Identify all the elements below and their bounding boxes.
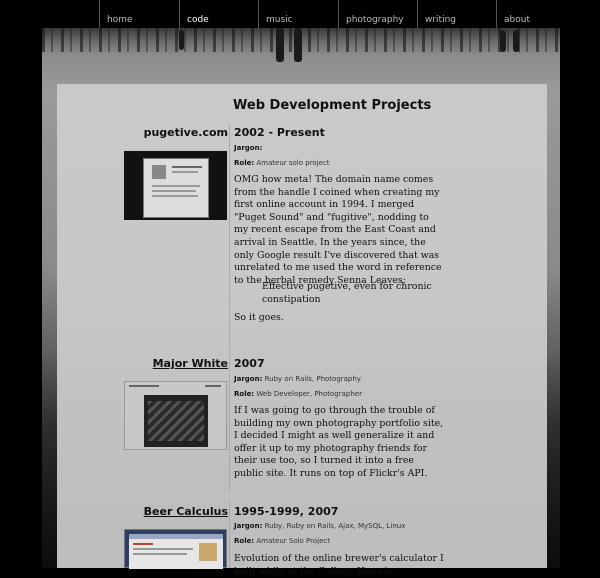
- person-figure: [500, 30, 506, 52]
- project-jargon: Jargon: Ruby, Ruby on Rails, Ajax, MySQL…: [234, 522, 405, 530]
- person-figure: [179, 30, 184, 50]
- project-name: pugetive.com: [143, 126, 228, 139]
- project-role: Role: Amateur Solo Project: [234, 537, 330, 545]
- nav-item-about[interactable]: about: [496, 0, 576, 28]
- screenshot-line: [172, 171, 198, 173]
- screenshot-line: [205, 385, 221, 387]
- column-divider: [229, 124, 230, 350]
- page-title: Web Development Projects: [233, 98, 432, 113]
- screenshot-image: [199, 543, 217, 561]
- screenshot-window: [129, 534, 223, 569]
- screenshot-line: [172, 166, 202, 168]
- screenshot-line: [152, 185, 200, 187]
- person-figure: [513, 30, 519, 52]
- project-jargon: Jargon:: [234, 144, 262, 152]
- project-screenshot[interactable]: [124, 151, 227, 220]
- column-divider: [229, 500, 230, 568]
- person-figure: [294, 28, 302, 62]
- screenshot-line: [133, 543, 153, 545]
- project-date: 1995-1999, 2007: [234, 505, 339, 518]
- person-figure: [276, 28, 284, 62]
- screenshot-line: [152, 195, 198, 197]
- fence-photo: [148, 401, 204, 441]
- nav-item-code[interactable]: code: [179, 0, 258, 28]
- role-value: Amateur solo project: [256, 159, 330, 167]
- project-link-beer-calculus[interactable]: Beer Calculus: [144, 505, 228, 518]
- screenshot-titlebar: [129, 534, 223, 539]
- screenshot-line: [133, 553, 187, 555]
- screenshot-photo: [144, 395, 208, 447]
- column-divider: [229, 354, 230, 492]
- screenshot-page: [143, 158, 209, 218]
- nav-item-home[interactable]: home: [99, 0, 179, 28]
- jargon-value: Ruby, Ruby on Rails, Ajax, MySQL, Linux: [264, 522, 406, 530]
- top-nav: home code music photography writing abou…: [0, 0, 600, 28]
- project-jargon: Jargon: Ruby on Rails, Photography: [234, 375, 361, 383]
- project-description: OMG how meta! The domain name comes from…: [234, 174, 442, 286]
- screenshot-line: [129, 385, 159, 387]
- project-description: If I was going to go through the trouble…: [234, 405, 444, 479]
- jargon-label: Jargon:: [234, 522, 263, 530]
- project-date: 2007: [234, 357, 265, 370]
- project-role: Role: Web Developer, Photographer: [234, 390, 362, 398]
- screenshot-line: [133, 548, 193, 550]
- nav-item-music[interactable]: music: [258, 0, 338, 28]
- project-screenshot[interactable]: [124, 381, 227, 450]
- jargon-value: Ruby on Rails, Photography: [264, 375, 361, 383]
- project-role: Role: Amateur solo project: [234, 159, 330, 167]
- jargon-label: Jargon:: [234, 144, 263, 152]
- nav-item-writing[interactable]: writing: [417, 0, 496, 28]
- role-value: Amateur Solo Project: [256, 537, 331, 545]
- jargon-label: Jargon:: [234, 375, 263, 383]
- project-closing: So it goes.: [234, 312, 284, 323]
- project-date: 2002 - Present: [234, 126, 325, 139]
- screenshot-line: [152, 190, 196, 192]
- role-label: Role:: [234, 390, 255, 398]
- project-link-major-white[interactable]: Major White: [153, 357, 228, 370]
- screenshot-image: [152, 165, 166, 179]
- role-label: Role:: [234, 159, 255, 167]
- project-description: Evolution of the online brewer's calcula…: [234, 553, 444, 577]
- nav-item-photography[interactable]: photography: [338, 0, 417, 28]
- project-screenshot[interactable]: [124, 529, 227, 569]
- role-label: Role:: [234, 537, 255, 545]
- role-value: Web Developer, Photographer: [256, 390, 362, 398]
- project-quote: Effective pugetive, even for chronic con…: [262, 281, 432, 305]
